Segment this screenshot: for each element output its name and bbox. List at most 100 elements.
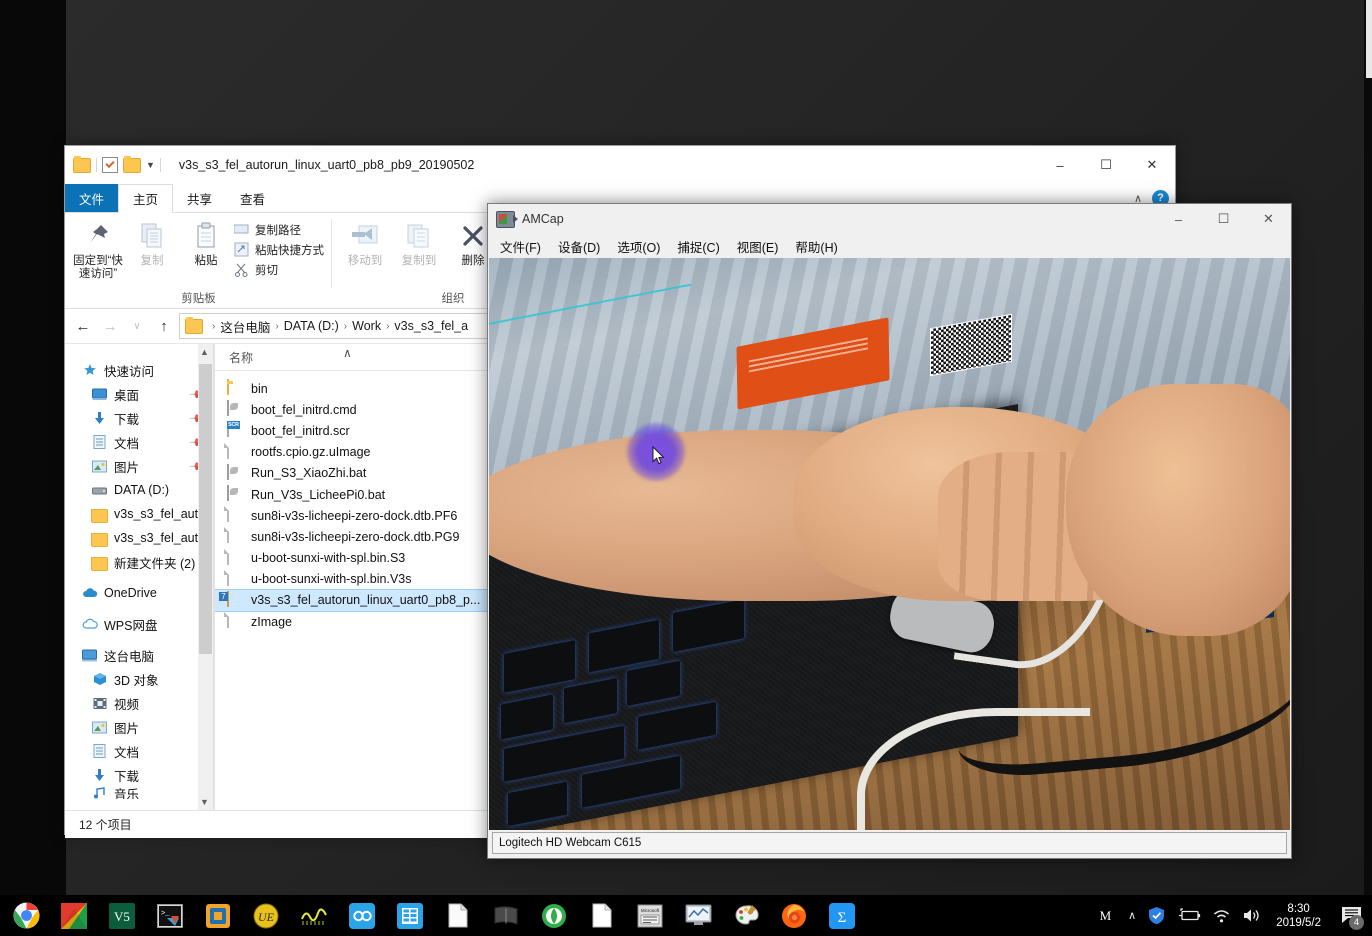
amcap-menu-bar[interactable]: 文件(F) 设备(D) 选项(O) 捕捉(C) 视图(E) 帮助(H)	[488, 234, 1291, 258]
amcap-window-controls[interactable]: – ☐ ✕	[1156, 204, 1291, 234]
nav-item-quick-access[interactable]: 快速访问	[65, 358, 213, 382]
menu-item-devices[interactable]: 设备(D)	[551, 235, 607, 258]
nav-item-documents-2[interactable]: 文档	[65, 739, 213, 763]
pin-to-quick-access-button[interactable]: 固定到“快速访问”	[71, 219, 125, 281]
volume-icon[interactable]	[1242, 907, 1261, 924]
navigation-pane[interactable]: 快速访问 桌面 📌 下载 📌 文档 📌	[65, 344, 213, 810]
move-to-button[interactable]: 移动到	[338, 219, 392, 268]
v5-app-icon[interactable]: V5	[98, 895, 146, 936]
nav-item-downloads[interactable]: 下载 📌	[65, 406, 213, 430]
vmware-icon[interactable]	[194, 895, 242, 936]
breadcrumb-item-work[interactable]: Work	[352, 319, 381, 333]
webcam-video-preview[interactable]	[489, 258, 1290, 830]
breadcrumb-item-data-d[interactable]: DATA (D:)	[284, 319, 339, 333]
blue-link-app-icon[interactable]	[338, 895, 386, 936]
explorer-window-controls[interactable]: – ☐ ✕	[1037, 146, 1175, 184]
nav-item-3d-objects[interactable]: 3D 对象	[65, 667, 213, 691]
microsoft-legacy-icon[interactable]: Microsoft	[626, 895, 674, 936]
nav-item-wps-cloud[interactable]: WPS网盘	[65, 612, 213, 636]
firefox-icon[interactable]	[770, 895, 818, 936]
ebook-icon[interactable]	[482, 895, 530, 936]
back-button[interactable]: ←	[71, 314, 95, 338]
clock[interactable]: 8:30 2019/5/2	[1272, 902, 1325, 930]
background-scrollbar-sliver[interactable]	[1366, 0, 1372, 78]
quick-access-toolbar[interactable]: ▼	[73, 155, 161, 173]
chevron-down-icon[interactable]: ▼	[146, 160, 155, 170]
explorer-title-bar[interactable]: ▼ v3s_s3_fel_autorun_linux_uart0_pb8_pb9…	[65, 146, 1175, 184]
copy-button[interactable]: 复制	[125, 219, 179, 268]
u-blue-app-icon[interactable]: Ʃ	[818, 895, 866, 936]
minimize-button[interactable]: –	[1037, 146, 1083, 184]
new-folder-icon[interactable]	[123, 155, 141, 173]
menu-item-view[interactable]: 视图(E)	[730, 235, 786, 258]
menu-item-capture[interactable]: 捕捉(C)	[670, 235, 726, 258]
close-button[interactable]: ✕	[1129, 146, 1175, 184]
taskbar-pinned-apps[interactable]: V5 >_ UE Microsoft Ʃ	[0, 895, 866, 936]
pin-icon	[85, 219, 111, 253]
terminal-icon[interactable]: >_	[146, 895, 194, 936]
paste-button[interactable]: 粘贴	[179, 219, 233, 268]
show-hidden-icons-chevron[interactable]: ∧	[1128, 909, 1136, 922]
copy-path-button[interactable]: 复制路径	[233, 221, 324, 238]
navigation-scrollbar[interactable]: ▲ ▼	[198, 344, 213, 810]
paste-shortcut-button[interactable]: 粘贴快捷方式	[233, 241, 324, 258]
folder-icon[interactable]	[73, 155, 91, 173]
nav-item-onedrive[interactable]: OneDrive	[65, 581, 213, 605]
nav-item-desktop[interactable]: 桌面 📌	[65, 382, 213, 406]
taskbar[interactable]: V5 >_ UE Microsoft Ʃ M ∧ 8:30 2019/5/2 4	[0, 895, 1372, 936]
nav-item-data-drive[interactable]: DATA (D:)	[65, 478, 213, 502]
properties-icon[interactable]	[102, 157, 118, 173]
nav-item-videos[interactable]: 视频	[65, 691, 213, 715]
minimize-button[interactable]: –	[1156, 204, 1201, 234]
breadcrumb-item-this-pc[interactable]: 这台电脑	[220, 317, 270, 336]
amcap-title-bar[interactable]: AMCap – ☐ ✕	[488, 204, 1291, 234]
forward-button[interactable]: →	[98, 314, 122, 338]
monitor-chart-icon[interactable]	[674, 895, 722, 936]
tab-home[interactable]: 主页	[118, 184, 174, 213]
copy-to-button[interactable]: 复制到	[392, 219, 446, 268]
nav-item-folder-1[interactable]: v3s_s3_fel_auto	[65, 502, 213, 526]
notification-center-button[interactable]: 4	[1336, 895, 1366, 936]
battery-icon[interactable]	[1177, 908, 1201, 923]
menu-item-help[interactable]: 帮助(H)	[788, 235, 844, 258]
amcap-window[interactable]: AMCap – ☐ ✕ 文件(F) 设备(D) 选项(O) 捕捉(C) 视图(E…	[487, 203, 1292, 859]
nav-item-pictures-2[interactable]: 图片	[65, 715, 213, 739]
ime-indicator[interactable]: M	[1094, 908, 1118, 924]
chrome-icon[interactable]	[2, 895, 50, 936]
maximize-button[interactable]: ☐	[1201, 204, 1246, 234]
green-globe-icon[interactable]	[530, 895, 578, 936]
nav-item-this-pc[interactable]: 这台电脑	[65, 643, 213, 667]
scroll-down-icon[interactable]: ▼	[198, 794, 211, 810]
color-triangle-icon[interactable]	[50, 895, 98, 936]
white-doc-icon[interactable]	[578, 895, 626, 936]
menu-item-options[interactable]: 选项(O)	[610, 235, 667, 258]
recent-locations-button[interactable]: ∨	[125, 314, 149, 338]
cut-button[interactable]: 剪切	[233, 261, 324, 278]
wifi-icon[interactable]	[1212, 908, 1231, 924]
up-button[interactable]: ↑	[152, 314, 176, 338]
nav-item-documents[interactable]: 文档 📌	[65, 430, 213, 454]
scrollbar-thumb[interactable]	[199, 364, 212, 654]
clipboard-group-label: 剪贴板	[181, 293, 216, 305]
ultraedit-icon[interactable]: UE	[242, 895, 290, 936]
squiggle-app-icon[interactable]	[290, 895, 338, 936]
tab-share[interactable]: 共享	[173, 184, 226, 212]
system-tray[interactable]: M ∧ 8:30 2019/5/2 4	[1094, 895, 1372, 936]
column-header-name[interactable]: 名称	[229, 349, 253, 366]
breadcrumb-item-current[interactable]: v3s_s3_fel_a	[394, 319, 468, 333]
menu-item-file[interactable]: 文件(F)	[493, 235, 548, 258]
nav-item-pictures[interactable]: 图片 📌	[65, 454, 213, 478]
nav-item-music[interactable]: 音乐	[65, 787, 213, 799]
scroll-up-icon[interactable]: ▲	[198, 344, 211, 360]
tab-view[interactable]: 查看	[226, 184, 279, 212]
shield-icon[interactable]	[1147, 906, 1166, 925]
paint-icon[interactable]	[722, 895, 770, 936]
nav-item-folder-2[interactable]: v3s_s3_fel_auto	[65, 526, 213, 550]
nav-item-downloads-2[interactable]: 下载	[65, 763, 213, 787]
close-button[interactable]: ✕	[1246, 204, 1291, 234]
text-file-icon[interactable]	[434, 895, 482, 936]
tab-file[interactable]: 文件	[65, 184, 119, 212]
maximize-button[interactable]: ☐	[1083, 146, 1129, 184]
wps-spreadsheet-icon[interactable]	[386, 895, 434, 936]
nav-item-new-folder-2[interactable]: 新建文件夹 (2)	[65, 550, 213, 574]
